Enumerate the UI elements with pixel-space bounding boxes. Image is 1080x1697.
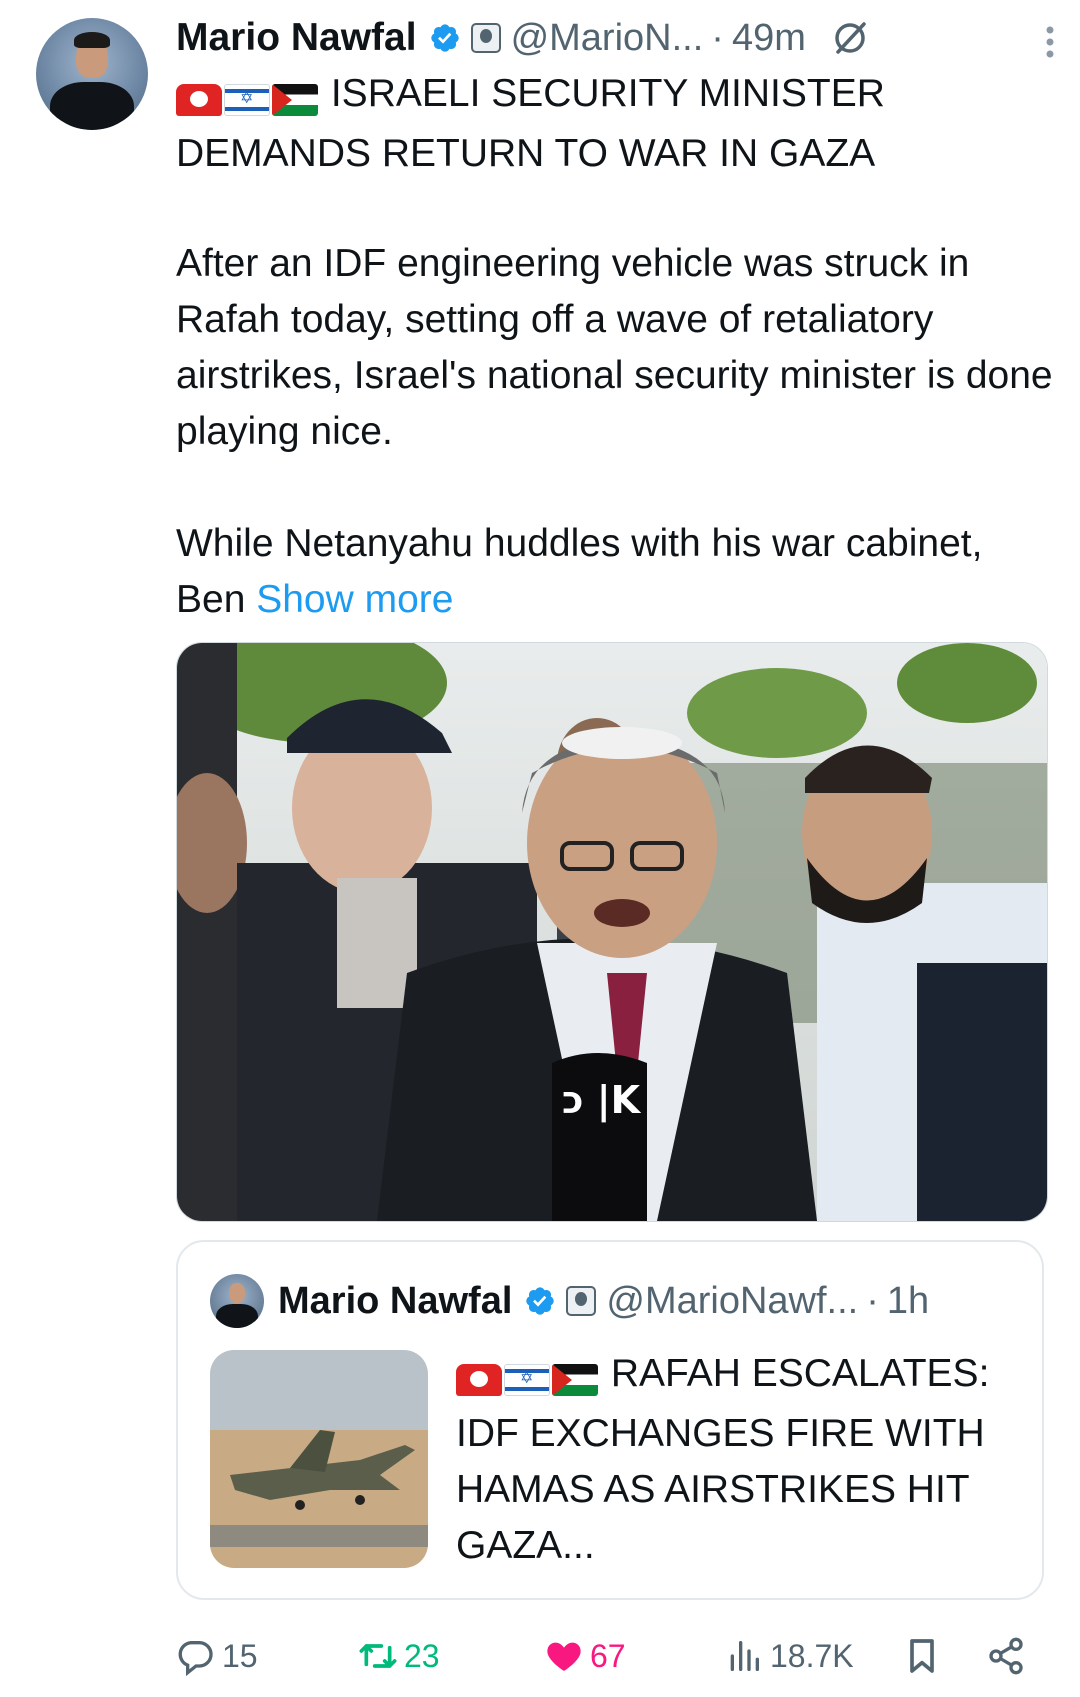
reply-icon: [178, 1641, 213, 1676]
quoted-tweet-header: Mario Nawfal @MarioNawf... · 1h: [278, 1279, 930, 1323]
views-bar-chart-icon: [730, 1641, 759, 1671]
quoted-author-handle[interactable]: @MarioNawf...: [606, 1280, 858, 1323]
palestine-flag-icon: [272, 83, 318, 116]
show-more-link[interactable]: Show more: [256, 578, 453, 621]
tweet-headline: ISRAELI SECURITY MINISTER DEMANDS RETURN…: [176, 66, 1056, 182]
share-icon: [989, 1637, 1023, 1675]
flag-emojis: [176, 70, 320, 126]
repost-button[interactable]: 23: [358, 1626, 440, 1686]
bookmark-button[interactable]: [902, 1626, 948, 1686]
quoted-thumbnail: [210, 1350, 428, 1568]
like-button[interactable]: 67: [544, 1626, 626, 1686]
reply-button[interactable]: 15: [176, 1626, 258, 1686]
views-button[interactable]: 18.7K: [724, 1626, 854, 1686]
tweet-header: Mario Nawfal @MarioN... · 49m: [176, 14, 1056, 62]
tweet-paragraph: While Netanyahu huddles with his war cab…: [176, 522, 983, 621]
share-button[interactable]: [986, 1626, 1032, 1686]
bookmark-icon: [910, 1639, 934, 1673]
quoted-author-name[interactable]: Mario Nawfal: [278, 1280, 512, 1323]
verified-badge-icon: [526, 1287, 555, 1315]
tweet-photo[interactable]: כ |K: [176, 642, 1048, 1222]
like-count: 67: [590, 1637, 626, 1674]
grok-icon[interactable]: [830, 18, 870, 58]
israel-flag-icon: [504, 1363, 550, 1396]
quoted-author-avatar[interactable]: [210, 1274, 264, 1328]
repost-count: 23: [404, 1637, 440, 1674]
affiliation-badge-icon: [470, 23, 501, 53]
palestine-flag-icon: [552, 1363, 598, 1396]
tweet-actions: 15 23 67 18.7K: [176, 1626, 1056, 1686]
heart-icon: [547, 1642, 581, 1671]
verified-badge-icon: [430, 24, 459, 52]
photo-illustration: כ |K: [177, 643, 1047, 1221]
author-avatar[interactable]: [36, 18, 148, 130]
quoted-tweet-text: RAFAH ESCALATES: IDF EXCHANGES FIRE WITH…: [456, 1346, 1016, 1574]
siren-icon: [456, 1363, 502, 1396]
view-count: 18.7K: [770, 1637, 854, 1674]
affiliation-badge-icon: [566, 1286, 597, 1316]
author-handle[interactable]: @MarioN...: [511, 17, 704, 60]
reply-count: 15: [222, 1637, 258, 1674]
tweet-paragraph: After an IDF engineering vehicle was str…: [176, 242, 1053, 453]
microphone-text: כ |K: [562, 1078, 642, 1123]
israel-flag-icon: [224, 83, 270, 116]
more-options-icon[interactable]: [1044, 22, 1056, 62]
quoted-tweet-card[interactable]: Mario Nawfal @MarioNawf... · 1h RAFAH ES…: [176, 1240, 1044, 1600]
repost-icon: [359, 1644, 397, 1668]
tweet-time[interactable]: 49m: [732, 17, 806, 60]
author-name[interactable]: Mario Nawfal: [176, 16, 417, 60]
siren-icon: [176, 83, 222, 116]
quoted-time: 1h: [886, 1279, 930, 1322]
flag-emojis: [456, 1350, 600, 1406]
